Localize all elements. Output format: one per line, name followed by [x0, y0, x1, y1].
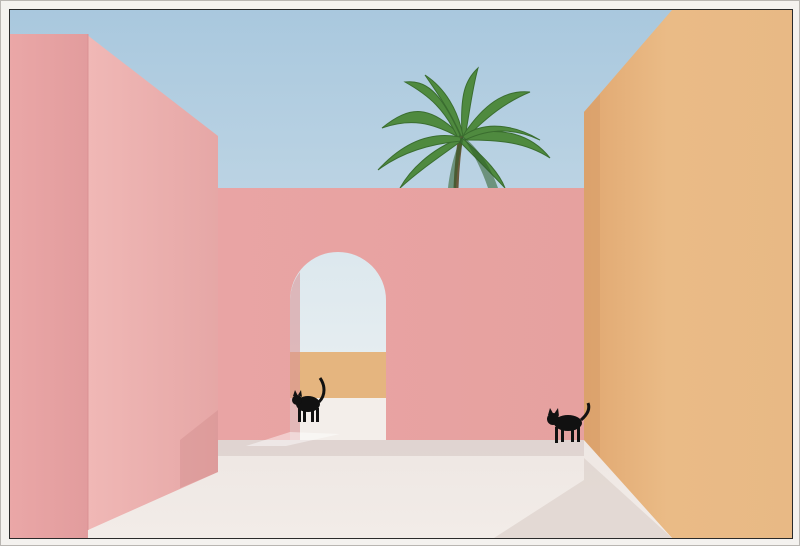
photo-frame [0, 0, 800, 546]
photo-scene [10, 10, 792, 538]
right-wall [584, 10, 792, 538]
back-wall [218, 188, 584, 440]
photograph [10, 10, 792, 538]
left-wall-front [10, 34, 88, 538]
floor-shadow [180, 440, 584, 456]
